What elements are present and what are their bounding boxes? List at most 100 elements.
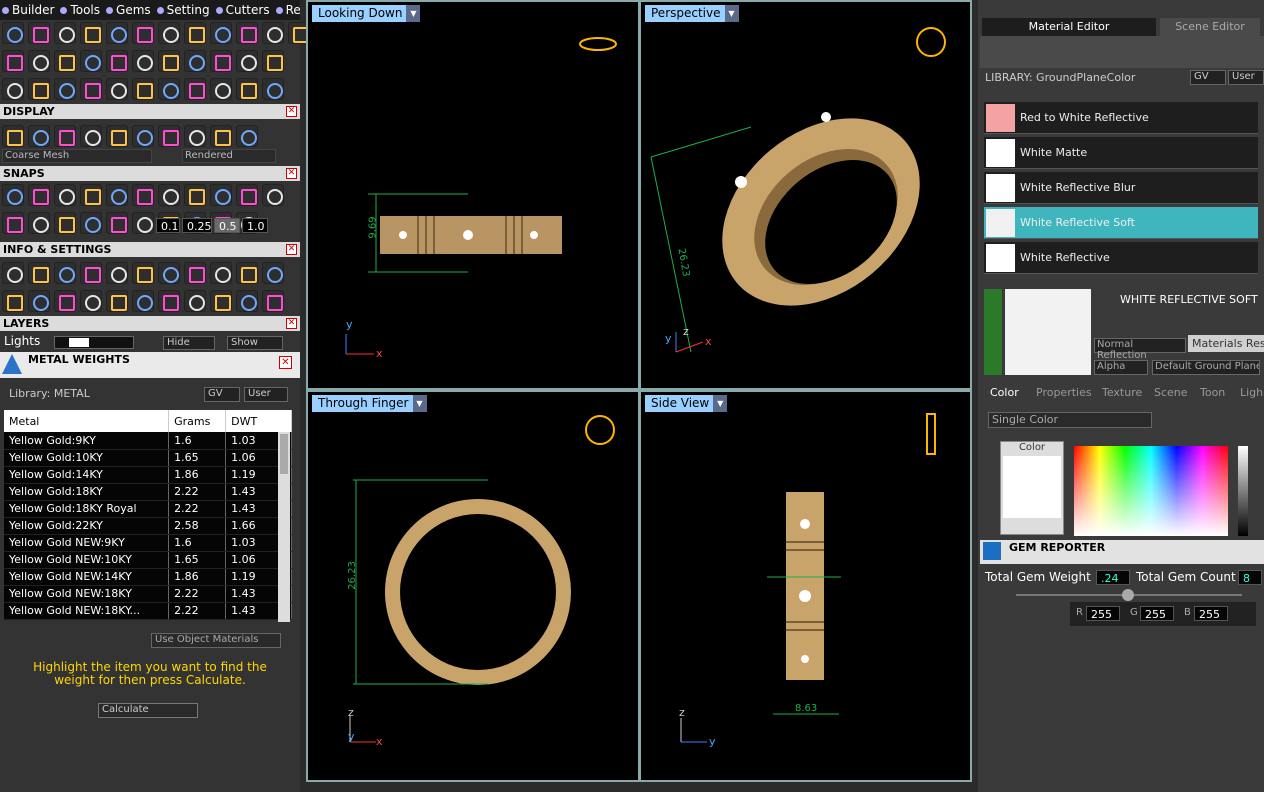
table-row[interactable]: Yellow Gold:18KY Royal 2.22 1.43 bbox=[4, 500, 292, 518]
toolbar-tool-icon[interactable] bbox=[54, 78, 76, 100]
toolbar-tool-icon[interactable] bbox=[184, 262, 206, 284]
table-row[interactable]: Yellow Gold NEW:9KY 1.6 1.03 bbox=[4, 534, 292, 552]
gv-button[interactable]: GV bbox=[1190, 70, 1226, 85]
table-row[interactable]: Yellow Gold:9KY 1.6 1.03 bbox=[4, 432, 292, 450]
toolbar-tool-icon[interactable] bbox=[28, 125, 50, 147]
render-dropdown[interactable]: Rendered bbox=[182, 149, 276, 163]
close-icon[interactable]: ✕ bbox=[286, 106, 297, 117]
toolbar-tool-icon[interactable] bbox=[210, 125, 232, 147]
color-swatch-box[interactable]: Color bbox=[1000, 441, 1064, 535]
toolbar-tool-icon[interactable] bbox=[54, 50, 76, 72]
toolbar-tool-icon[interactable] bbox=[106, 290, 128, 312]
toolbar-tool-icon[interactable] bbox=[2, 212, 24, 234]
preview-collapse-button[interactable] bbox=[984, 289, 1002, 375]
menu-builder[interactable]: Builder bbox=[2, 3, 54, 17]
toolbar-tool-icon[interactable] bbox=[80, 212, 102, 234]
toolbar-tool-icon[interactable] bbox=[28, 212, 50, 234]
color-spectrum-picker[interactable] bbox=[1074, 446, 1228, 536]
toolbar-tool-icon[interactable] bbox=[236, 78, 258, 100]
color-mode-dropdown[interactable]: Single Color bbox=[988, 412, 1152, 428]
toolbar-tool-icon[interactable] bbox=[184, 50, 206, 72]
toolbar-tool-icon[interactable] bbox=[2, 78, 24, 100]
toolbar-tool-icon[interactable] bbox=[158, 262, 180, 284]
gem-slider[interactable] bbox=[1016, 589, 1242, 601]
toolbar-tool-icon[interactable] bbox=[106, 125, 128, 147]
alpha-field[interactable]: Alpha bbox=[1094, 360, 1148, 375]
toolbar-tool-icon[interactable] bbox=[158, 78, 180, 100]
toolbar-tool-icon[interactable] bbox=[262, 290, 284, 312]
menu-setting[interactable]: Setting bbox=[156, 3, 210, 17]
table-row[interactable]: Yellow Gold:18KY 2.22 1.43 bbox=[4, 483, 292, 501]
toolbar-tool-icon[interactable] bbox=[210, 290, 232, 312]
subtab-ligh[interactable]: Ligh bbox=[1240, 386, 1263, 401]
view-through-finger[interactable]: Through Finger ▼ 26.23 z y x bbox=[308, 392, 638, 780]
toolbar-tool-icon[interactable] bbox=[2, 184, 24, 206]
toolbar-tool-icon[interactable] bbox=[132, 78, 154, 100]
toolbar-tool-icon[interactable] bbox=[54, 262, 76, 284]
col-metal[interactable]: Metal bbox=[4, 410, 170, 432]
toolbar-tool-icon[interactable] bbox=[262, 184, 284, 206]
toolbar-tool-icon[interactable] bbox=[2, 22, 24, 44]
use-object-materials-toggle[interactable]: Use Object Materials bbox=[151, 633, 281, 648]
col-dwt[interactable]: DWT bbox=[225, 410, 292, 432]
toolbar-tool-icon[interactable] bbox=[28, 290, 50, 312]
toolbar-tool-icon[interactable] bbox=[132, 125, 154, 147]
red-value[interactable]: 255 bbox=[1086, 606, 1120, 621]
gv-button[interactable]: GV bbox=[204, 387, 240, 402]
toolbar-tool-icon[interactable] bbox=[158, 22, 180, 44]
toolbar-tool-icon[interactable] bbox=[132, 50, 154, 72]
toolbar-tool-icon[interactable] bbox=[158, 50, 180, 72]
menu-cutters[interactable]: Cutters bbox=[215, 3, 270, 17]
toolbar-tool-icon[interactable] bbox=[80, 50, 102, 72]
toolbar-tool-icon[interactable] bbox=[210, 50, 232, 72]
close-icon[interactable]: ✕ bbox=[286, 244, 297, 255]
table-row[interactable]: Yellow Gold NEW:18KY 2.22 1.43 bbox=[4, 585, 292, 603]
user-button[interactable]: User bbox=[1228, 70, 1264, 85]
toolbar-tool-icon[interactable] bbox=[28, 50, 50, 72]
toolbar-tool-icon[interactable] bbox=[262, 22, 284, 44]
snap-value-1[interactable]: 0.1 bbox=[156, 218, 180, 233]
subtab-texture[interactable]: Texture bbox=[1102, 386, 1142, 401]
material-item[interactable]: White Matte bbox=[984, 137, 1258, 169]
toolbar-tool-icon[interactable] bbox=[184, 78, 206, 100]
toolbar-tool-icon[interactable] bbox=[184, 125, 206, 147]
toolbar-tool-icon[interactable] bbox=[28, 262, 50, 284]
toolbar-tool-icon[interactable] bbox=[158, 125, 180, 147]
toolbar-tool-icon[interactable] bbox=[210, 184, 232, 206]
toolbar-tool-icon[interactable] bbox=[210, 78, 232, 100]
toolbar-tool-icon[interactable] bbox=[2, 262, 24, 284]
toolbar-tool-icon[interactable] bbox=[236, 184, 258, 206]
snap-value-4[interactable]: 1.0 bbox=[242, 218, 268, 233]
toolbar-tool-icon[interactable] bbox=[210, 262, 232, 284]
toolbar-tool-icon[interactable] bbox=[80, 22, 102, 44]
toolbar-tool-icon[interactable] bbox=[132, 290, 154, 312]
table-row[interactable]: Yellow Gold:22KY 2.58 1.66 bbox=[4, 517, 292, 535]
toolbar-tool-icon[interactable] bbox=[132, 212, 154, 234]
hide-button[interactable]: Hide bbox=[163, 336, 215, 350]
toolbar-tool-icon[interactable] bbox=[106, 78, 128, 100]
toolbar-tool-icon[interactable] bbox=[106, 262, 128, 284]
toolbar-tool-icon[interactable] bbox=[210, 22, 232, 44]
toolbar-tool-icon[interactable] bbox=[54, 290, 76, 312]
green-value[interactable]: 255 bbox=[1140, 606, 1174, 621]
snap-value-2[interactable]: 0.25 bbox=[182, 218, 212, 233]
mesh-dropdown[interactable]: Coarse Mesh bbox=[2, 149, 152, 163]
subtab-scene[interactable]: Scene bbox=[1154, 386, 1188, 401]
view-perspective[interactable]: Perspective ▼ 26.23 z y x bbox=[641, 2, 970, 388]
close-icon[interactable]: ✕ bbox=[279, 356, 292, 369]
toolbar-tool-icon[interactable] bbox=[236, 50, 258, 72]
user-button[interactable]: User bbox=[244, 387, 288, 402]
toolbar-tool-icon[interactable] bbox=[132, 22, 154, 44]
table-row[interactable]: Yellow Gold NEW:14KY 1.86 1.19 bbox=[4, 568, 292, 586]
toolbar-tool-icon[interactable] bbox=[184, 184, 206, 206]
view-looking-down[interactable]: Looking Down ▼ 9.69 y x bbox=[308, 2, 638, 388]
material-item[interactable]: Red to White Reflective bbox=[984, 102, 1258, 134]
table-row[interactable]: Yellow Gold NEW:18KY... 2.22 1.43 bbox=[4, 602, 292, 620]
ground-plane-dropdown[interactable]: Default Ground Plane bbox=[1152, 360, 1260, 375]
toolbar-tool-icon[interactable] bbox=[158, 290, 180, 312]
toolbar-tool-icon[interactable] bbox=[80, 78, 102, 100]
brightness-slider[interactable] bbox=[1238, 446, 1248, 536]
normal-reflection-dropdown[interactable]: Normal Reflection bbox=[1094, 338, 1186, 361]
toolbar-tool-icon[interactable] bbox=[158, 184, 180, 206]
subtab-properties[interactable]: Properties bbox=[1036, 386, 1092, 401]
